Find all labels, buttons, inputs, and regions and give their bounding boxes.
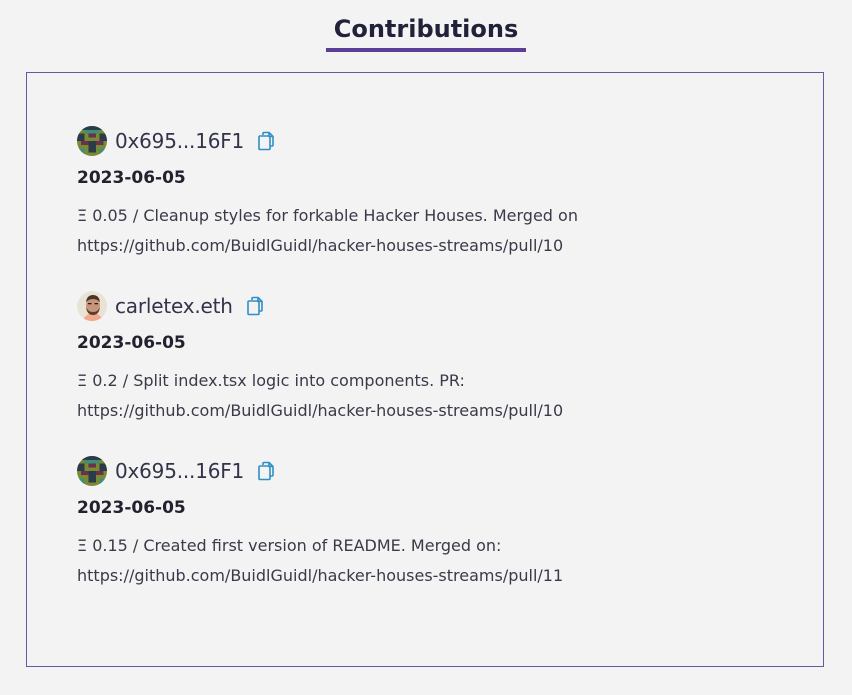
contribution-description: Ξ 0.2 / Split index.tsx logic into compo… — [77, 371, 564, 420]
user-address[interactable]: 0x695...16F1 — [115, 459, 244, 483]
contribution-item: carletex.eth 2023-06-05 Ξ 0.2 / Split in… — [77, 290, 717, 426]
contribution-header: 0x695...16F1 — [77, 455, 717, 487]
copy-icon[interactable] — [245, 295, 265, 317]
user-ens-name[interactable]: carletex.eth — [115, 294, 233, 318]
contribution-date: 2023-06-05 — [77, 168, 186, 188]
copy-icon[interactable] — [256, 130, 276, 152]
person-avatar — [77, 291, 107, 321]
page-title: Contributions — [325, 14, 527, 52]
contribution-date: 2023-06-05 — [77, 498, 186, 518]
contribution-date: 2023-06-05 — [77, 333, 186, 353]
contribution-header: 0x695...16F1 — [77, 125, 717, 157]
contribution-description: Ξ 0.15 / Created first version of README… — [77, 536, 564, 585]
contribution-description: Ξ 0.05 / Cleanup styles for forkable Hac… — [77, 206, 578, 255]
blocky-avatar — [77, 456, 107, 486]
contribution-item: 0x695...16F1 2023-06-05 Ξ 0.15 / Created… — [77, 455, 717, 591]
blocky-avatar — [77, 126, 107, 156]
page-header: Contributions — [0, 14, 852, 52]
contribution-header: carletex.eth — [77, 290, 717, 322]
contribution-item: 0x695...16F1 2023-06-05 Ξ 0.05 / Cleanup… — [77, 125, 717, 261]
contributions-card: 0x695...16F1 2023-06-05 Ξ 0.05 / Cleanup… — [26, 72, 824, 667]
copy-icon[interactable] — [256, 460, 276, 482]
user-address[interactable]: 0x695...16F1 — [115, 129, 244, 153]
